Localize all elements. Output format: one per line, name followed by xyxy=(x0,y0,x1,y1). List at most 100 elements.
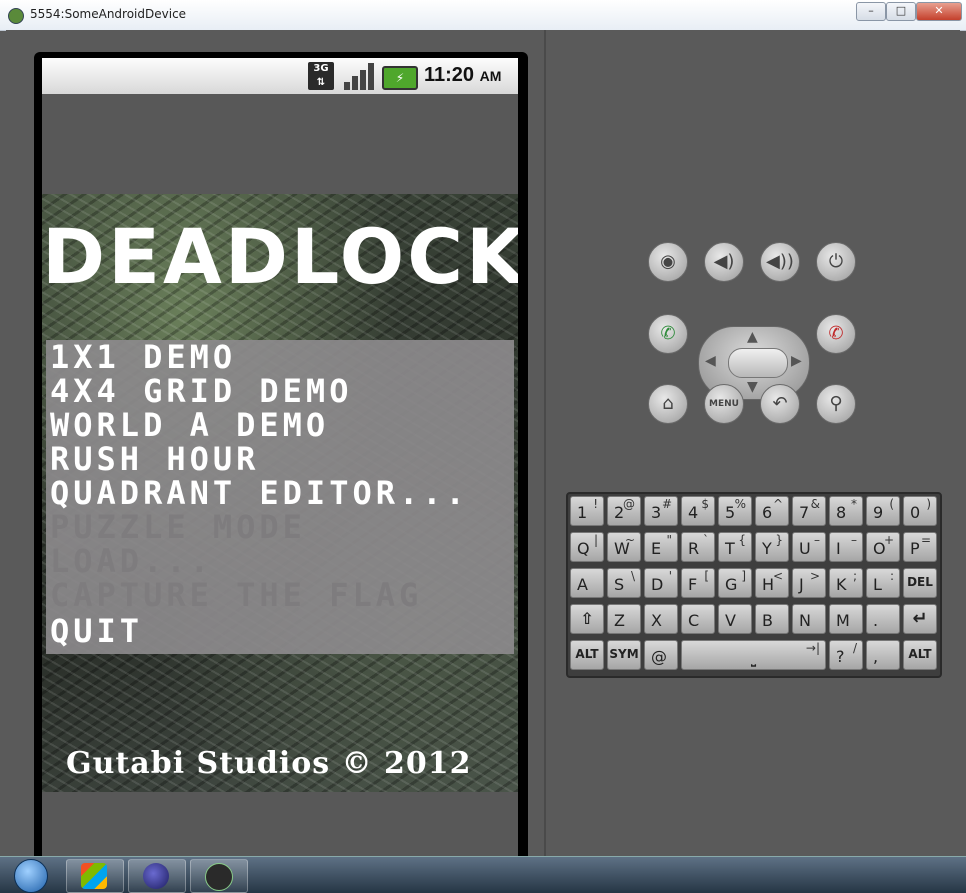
key-l[interactable]: L: xyxy=(866,568,900,598)
key-s[interactable]: S \ xyxy=(607,568,641,598)
key-c[interactable]: C xyxy=(681,604,715,634)
windows-explorer-icon xyxy=(81,863,107,889)
key-3[interactable]: 3 # xyxy=(644,496,678,526)
volume-down-icon[interactable]: ◀) xyxy=(704,242,744,282)
device-screen: 3G ⇅ ⚡ 11:20 AM DEADLOCK 1X1 DEMO 4X4 GRI… xyxy=(34,52,528,862)
key-r[interactable]: R ` xyxy=(681,532,715,562)
menu-item-quadrant-editor[interactable]: QUADRANT EDITOR... xyxy=(50,476,469,510)
android-emulator-icon xyxy=(205,863,233,891)
app-bottom-margin xyxy=(42,792,518,862)
status-time: 11:20 AM xyxy=(424,64,502,86)
key-alt-left[interactable]: ALT xyxy=(570,640,604,670)
copyright-text: Gutabi Studios © 2012 xyxy=(66,746,472,781)
eclipse-icon xyxy=(143,863,169,889)
maximize-button[interactable]: □ xyxy=(886,2,916,21)
key-x[interactable]: X xyxy=(644,604,678,634)
key-w[interactable]: W ~ xyxy=(607,532,641,562)
key-j[interactable]: J > xyxy=(792,568,826,598)
key-6[interactable]: 6 ^ xyxy=(755,496,789,526)
game-main-screen: DEADLOCK 1X1 DEMO 4X4 GRID DEMO WORLD A … xyxy=(42,194,518,792)
taskbar-item-explorer[interactable] xyxy=(66,859,124,893)
key-sym[interactable]: SYM xyxy=(607,640,641,670)
key-1[interactable]: 1! xyxy=(570,496,604,526)
android-status-bar: 3G ⇅ ⚡ 11:20 AM xyxy=(42,58,518,94)
key-d[interactable]: D ' xyxy=(644,568,678,598)
key-o[interactable]: O + xyxy=(866,532,900,562)
minimize-button[interactable]: – xyxy=(856,2,886,21)
camera-icon[interactable]: ◉ xyxy=(648,242,688,282)
key-p[interactable]: P = xyxy=(903,532,937,562)
key-m[interactable]: M xyxy=(829,604,863,634)
key-t[interactable]: T{ xyxy=(718,532,752,562)
menu-item-1x1-demo[interactable]: 1X1 DEMO xyxy=(50,340,236,374)
key-v[interactable]: V xyxy=(718,604,752,634)
key-slash[interactable]: ? / xyxy=(829,640,863,670)
call-icon[interactable]: ✆ xyxy=(648,314,688,354)
key-alt-right[interactable]: ALT xyxy=(903,640,937,670)
key-8[interactable]: 8 * xyxy=(829,496,863,526)
battery-charging-icon: ⚡ xyxy=(382,66,418,90)
key-9[interactable]: 9( xyxy=(866,496,900,526)
key-comma[interactable]: , xyxy=(866,640,900,670)
back-icon[interactable]: ↶ xyxy=(760,384,800,424)
menu-item-world-a-demo[interactable]: WORLD A DEMO xyxy=(50,408,329,442)
key-u[interactable]: U – xyxy=(792,532,826,562)
volume-up-icon[interactable]: ◀)) xyxy=(760,242,800,282)
key-5[interactable]: 5% xyxy=(718,496,752,526)
dpad-right-icon[interactable]: ▶ xyxy=(791,353,802,369)
key-i[interactable]: I – xyxy=(829,532,863,562)
game-logo: DEADLOCK xyxy=(42,212,518,301)
close-button[interactable]: ✕ xyxy=(916,2,962,21)
window-title: 5554:SomeAndroidDevice xyxy=(30,7,187,21)
key-z[interactable]: Z xyxy=(607,604,641,634)
key-q[interactable]: Q | xyxy=(570,532,604,562)
emulator-client-area: 3G ⇅ ⚡ 11:20 AM DEADLOCK 1X1 DEMO 4X4 GRI… xyxy=(6,30,960,862)
key-h[interactable]: H < xyxy=(755,568,789,598)
key-f[interactable]: F[ xyxy=(681,568,715,598)
menu-item-quit[interactable]: QUIT xyxy=(50,614,143,648)
emulator-app-icon xyxy=(8,8,24,24)
signal-strength-icon xyxy=(344,62,374,90)
start-button[interactable] xyxy=(14,859,48,893)
menu-item-load: LOAD... xyxy=(50,542,213,580)
key-del[interactable]: DEL xyxy=(903,568,937,598)
key-7[interactable]: 7 & xyxy=(792,496,826,526)
key-2[interactable]: 2 @ xyxy=(607,496,641,526)
key-enter[interactable]: ↵ xyxy=(903,604,937,634)
app-top-margin xyxy=(42,94,518,194)
key-k[interactable]: K; xyxy=(829,568,863,598)
taskbar-item-eclipse[interactable] xyxy=(128,859,186,893)
key-at[interactable]: @ xyxy=(644,640,678,670)
dpad-center-button[interactable] xyxy=(728,348,788,378)
network-3g-icon: 3G ⇅ xyxy=(308,62,334,90)
key-b[interactable]: B xyxy=(755,604,789,634)
home-icon[interactable]: ⌂ xyxy=(648,384,688,424)
menu-item-4x4-grid-demo[interactable]: 4X4 GRID DEMO xyxy=(50,374,352,408)
key-0[interactable]: 0) xyxy=(903,496,937,526)
key-g[interactable]: G] xyxy=(718,568,752,598)
key-4[interactable]: 4 $ xyxy=(681,496,715,526)
menu-button[interactable]: MENU xyxy=(704,384,744,424)
menu-item-rush-hour[interactable]: RUSH HOUR xyxy=(50,442,259,476)
dpad-up-icon[interactable]: ▲ xyxy=(747,329,758,345)
key-a[interactable]: A xyxy=(570,568,604,598)
key-shift[interactable]: ⇧ xyxy=(570,604,604,634)
search-icon[interactable]: ⚲ xyxy=(816,384,856,424)
dpad-down-icon[interactable]: ▼ xyxy=(747,379,758,395)
menu-item-puzzle-mode: PUZZLE MODE xyxy=(50,508,306,546)
end-call-icon[interactable]: ✆ xyxy=(816,314,856,354)
panel-divider xyxy=(544,30,546,856)
key-y[interactable]: Y} xyxy=(755,532,789,562)
window-titlebar: 5554:SomeAndroidDevice – □ ✕ xyxy=(0,0,966,31)
key-space[interactable]: →| ⎵ xyxy=(681,640,826,670)
key-e[interactable]: E " xyxy=(644,532,678,562)
taskbar-item-emulator[interactable] xyxy=(190,859,248,893)
menu-item-capture-the-flag: CAPTURE THE FLAG xyxy=(50,576,423,614)
key-n[interactable]: N xyxy=(792,604,826,634)
hardware-keyboard: 1! 2 @ 3 # 4 $ 5% 6 ^ 7 & 8 * 9( 0) Q | W ~ E " R… xyxy=(566,492,942,678)
key-period[interactable]: . xyxy=(866,604,900,634)
dpad-left-icon[interactable]: ◀ xyxy=(705,353,716,369)
windows-taskbar xyxy=(0,856,966,893)
main-menu: 1X1 DEMO 4X4 GRID DEMO WORLD A DEMO RUSH… xyxy=(46,340,514,654)
power-icon[interactable]: ⏻ xyxy=(816,242,856,282)
